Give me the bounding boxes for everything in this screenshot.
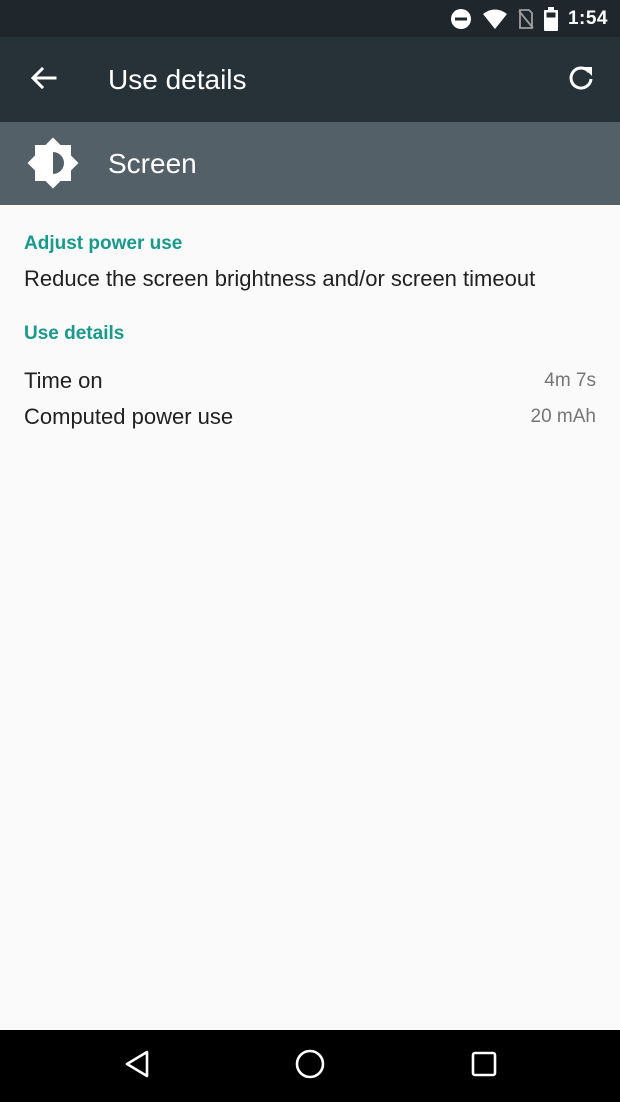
detail-value: 20 mAh — [530, 406, 596, 427]
refresh-icon — [567, 64, 595, 97]
back-arrow-icon — [29, 64, 57, 97]
phone-screen: 1:54 Use details Screen Adjust power use… — [0, 0, 620, 1102]
section-header-use-details: Use details — [24, 323, 125, 344]
nav-home-button[interactable] — [290, 1046, 330, 1086]
wifi-icon — [482, 8, 508, 30]
detail-label: Computed power use — [24, 404, 234, 429]
detail-label: Time on — [24, 368, 103, 393]
page-title: Use details — [108, 64, 247, 95]
navigation-bar — [0, 1030, 620, 1102]
app-header: Screen — [0, 122, 620, 205]
back-button[interactable] — [22, 59, 64, 101]
detail-row-time-on: Time on 4m 7s — [24, 366, 596, 396]
app-name: Screen — [108, 148, 197, 179]
status-bar: 1:54 — [0, 0, 620, 37]
back-nav-icon — [123, 1049, 151, 1084]
do-not-disturb-icon — [450, 8, 472, 30]
adjust-suggestion[interactable]: Reduce the screen brightness and/or scre… — [24, 266, 535, 292]
status-time: 1:54 — [567, 7, 608, 29]
app-bar: Use details — [0, 37, 620, 122]
battery-icon — [543, 6, 558, 31]
brightness-icon — [22, 132, 84, 194]
section-header-adjust: Adjust power use — [24, 233, 183, 254]
detail-row-power-use: Computed power use 20 mAh — [24, 402, 596, 432]
refresh-button[interactable] — [560, 59, 602, 101]
no-sim-icon — [518, 8, 534, 30]
home-nav-icon — [294, 1048, 326, 1085]
nav-recents-button[interactable] — [464, 1046, 504, 1086]
recents-nav-icon — [470, 1050, 498, 1083]
detail-value: 4m 7s — [544, 370, 596, 391]
nav-back-button[interactable] — [117, 1046, 157, 1086]
